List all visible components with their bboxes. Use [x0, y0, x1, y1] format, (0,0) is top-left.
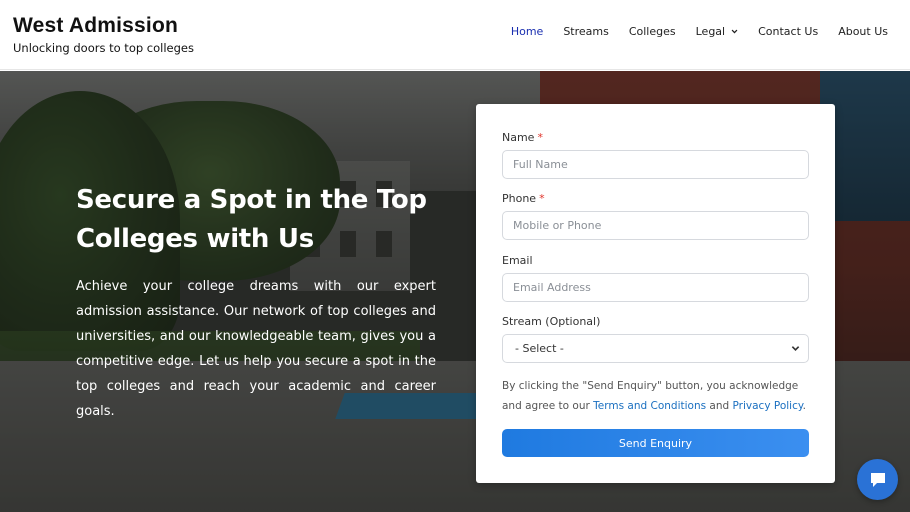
- stream-select[interactable]: - Select -: [502, 334, 809, 363]
- nav-legal[interactable]: Legal: [696, 25, 738, 38]
- stream-label: Stream (Optional): [502, 315, 601, 328]
- nav-contact-us[interactable]: Contact Us: [758, 25, 818, 38]
- nav-legal-label: Legal: [695, 25, 726, 38]
- chat-bubble-icon: [870, 472, 885, 487]
- name-input[interactable]: [502, 150, 809, 179]
- site-header: West Admission Unlocking doors to top co…: [0, 0, 910, 70]
- chevron-down-icon: [731, 29, 738, 34]
- hero-description: Achieve your college dreams with our exp…: [76, 279, 436, 419]
- main-nav: Home Streams Colleges Legal Contact Us A…: [491, 25, 888, 38]
- nav-about-us[interactable]: About Us: [838, 25, 888, 38]
- privacy-link[interactable]: Privacy Policy: [733, 400, 803, 412]
- chevron-down-icon: [791, 346, 800, 351]
- email-input[interactable]: [502, 273, 809, 302]
- phone-input[interactable]: [502, 211, 809, 240]
- hero-section: Secure a Spot in the Top Colleges with U…: [0, 71, 910, 512]
- stream-selected-value: - Select -: [515, 342, 564, 355]
- consent-text: By clicking the "Send Enquiry" button, y…: [502, 380, 806, 412]
- enquiry-form: Name* Phone* Email Stream (Optional) - S…: [476, 104, 835, 483]
- nav-home[interactable]: Home: [511, 25, 543, 38]
- email-label: Email: [502, 254, 533, 267]
- chat-button[interactable]: [857, 459, 898, 500]
- hero-title: Secure a Spot in the Top Colleges with U…: [76, 185, 427, 254]
- email-field-group: Email: [502, 254, 809, 302]
- stream-field-group: Stream (Optional) - Select -: [502, 315, 809, 363]
- terms-link[interactable]: Terms and Conditions: [593, 400, 706, 412]
- brand[interactable]: West Admission Unlocking doors to top co…: [13, 14, 194, 55]
- site-title[interactable]: West Admission: [13, 14, 194, 38]
- phone-label: Phone *: [502, 192, 545, 205]
- name-field-group: Name *: [502, 131, 809, 179]
- required-marker: *: [537, 131, 543, 144]
- site-tagline: Unlocking doors to top colleges: [13, 41, 194, 55]
- phone-field-group: Phone *: [502, 192, 809, 240]
- send-enquiry-button[interactable]: Send Enquiry: [502, 429, 809, 457]
- nav-colleges[interactable]: Colleges: [629, 25, 676, 38]
- name-label: Name *: [502, 131, 543, 144]
- required-marker: *: [539, 192, 545, 205]
- nav-streams[interactable]: Streams: [563, 25, 609, 38]
